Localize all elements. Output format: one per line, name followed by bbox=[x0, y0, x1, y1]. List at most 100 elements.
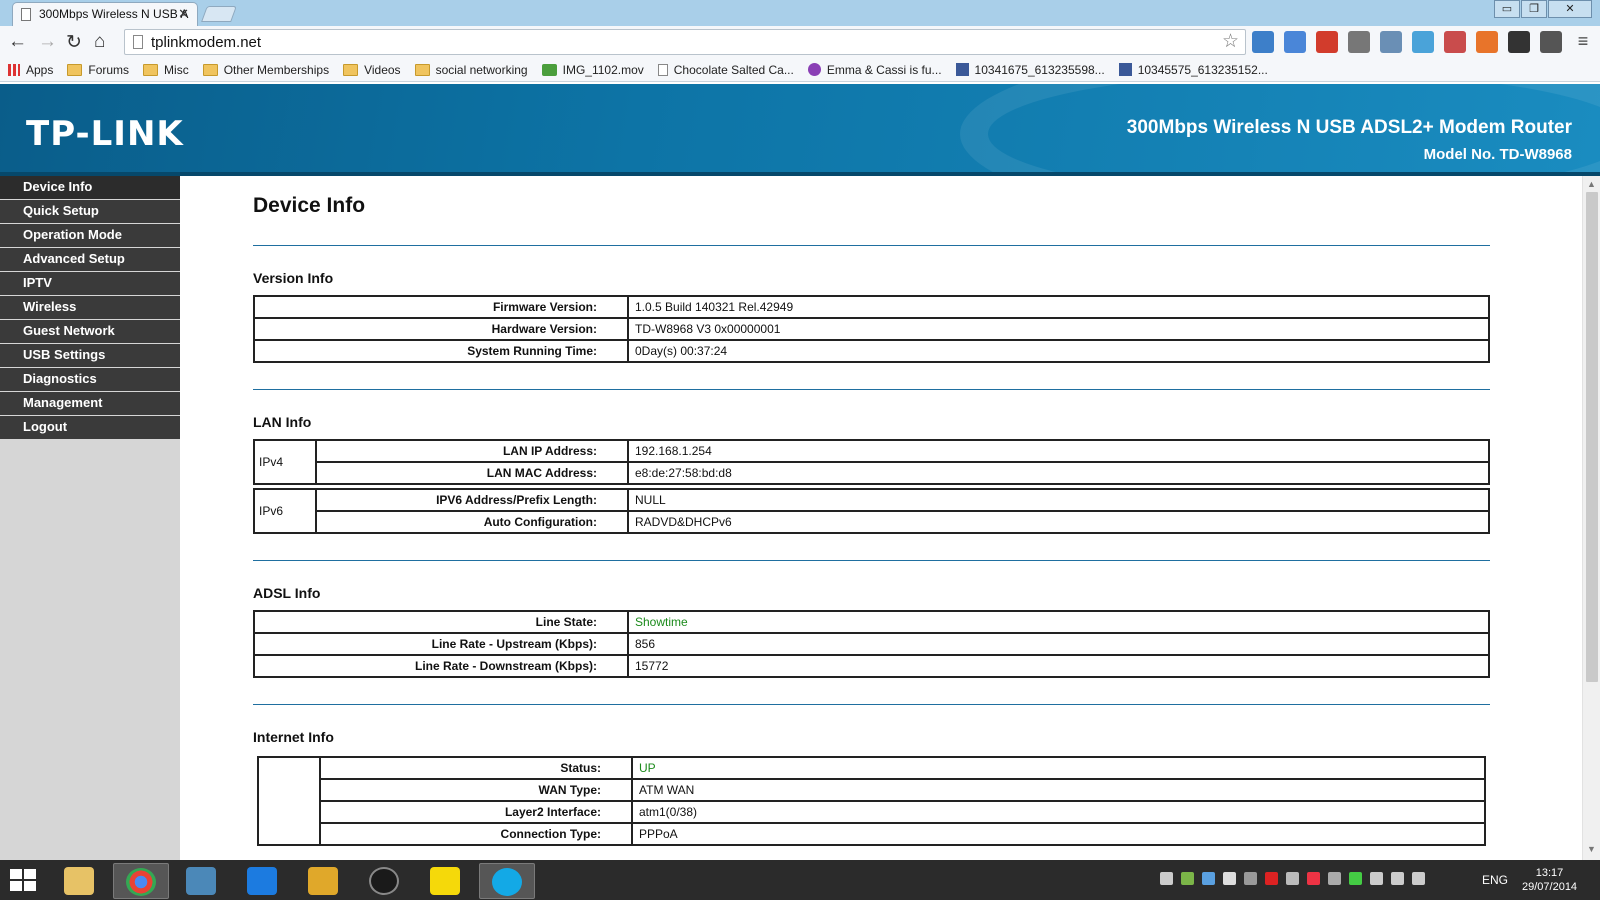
bookmark-facebook-2[interactable]: 10345575_613235152... bbox=[1118, 63, 1268, 77]
tab-close-icon[interactable]: ✕ bbox=[178, 6, 189, 22]
flag-icon[interactable] bbox=[1370, 872, 1383, 885]
product-name: 300Mbps Wireless N USB ADSL2+ Modem Rout… bbox=[1126, 117, 1572, 138]
scroll-up-icon[interactable]: ▲ bbox=[1587, 179, 1596, 189]
translate-icon[interactable] bbox=[1284, 31, 1306, 53]
apps-icon bbox=[8, 63, 20, 76]
menu-item-quick-setup[interactable]: Quick Setup bbox=[0, 200, 180, 223]
restore-button[interactable]: ❐ bbox=[1521, 0, 1547, 18]
line-state-value: Showtime bbox=[627, 610, 1490, 634]
extension-icon[interactable] bbox=[1540, 31, 1562, 53]
lan-mac-value: e8:de:27:58:bd:d8 bbox=[627, 461, 1490, 485]
menu-item-advanced-setup[interactable]: Advanced Setup bbox=[0, 248, 180, 271]
bookmark-other-memberships[interactable]: Other Memberships bbox=[202, 63, 329, 77]
bookmark-apps[interactable]: Apps bbox=[8, 63, 53, 77]
model-number: Model No. TD-W8968 bbox=[1423, 146, 1572, 163]
tray-icon[interactable] bbox=[1265, 872, 1278, 885]
tp-link-logo: TP-LINK bbox=[26, 114, 184, 154]
browser-tab[interactable]: 300Mbps Wireless N USB A ✕ bbox=[12, 2, 198, 26]
bookmark-misc[interactable]: Misc bbox=[143, 63, 189, 77]
scroll-down-icon[interactable]: ▼ bbox=[1587, 844, 1596, 854]
router-header: TP-LINK 300Mbps Wireless N USB ADSL2+ Mo… bbox=[0, 84, 1600, 176]
menu-icon[interactable]: ≡ bbox=[1572, 31, 1594, 53]
close-button[interactable]: ✕ bbox=[1548, 0, 1592, 18]
bookmark-facebook-1[interactable]: 10341675_613235598... bbox=[955, 63, 1105, 77]
tray-icon[interactable] bbox=[1286, 872, 1299, 885]
windows-start-icon[interactable] bbox=[10, 869, 38, 893]
bluetooth-icon[interactable] bbox=[1202, 872, 1215, 885]
extension-icon[interactable] bbox=[1444, 31, 1466, 53]
new-tab-button[interactable] bbox=[201, 6, 237, 22]
menu-item-usb-settings[interactable]: USB Settings bbox=[0, 344, 180, 367]
steam-icon[interactable] bbox=[1328, 872, 1341, 885]
bookmark-chocolate[interactable]: Chocolate Salted Ca... bbox=[657, 63, 794, 77]
page-title: Device Info bbox=[253, 194, 366, 217]
back-icon[interactable]: ← bbox=[8, 31, 27, 53]
ipv6-prefix-value: NULL bbox=[627, 488, 1490, 512]
bookmark-emma[interactable]: Emma & Cassi is fu... bbox=[807, 63, 942, 77]
obs-icon[interactable] bbox=[357, 863, 413, 899]
cast-icon[interactable] bbox=[1348, 31, 1370, 53]
page-scrollbar[interactable]: ▲ ▼ bbox=[1582, 176, 1600, 860]
bookmark-star-icon[interactable]: ☆ bbox=[1222, 30, 1239, 53]
extension-icon[interactable] bbox=[1380, 31, 1402, 53]
main-content: Device Info Version Info Firmware Versio… bbox=[180, 176, 1582, 860]
language-indicator[interactable]: ENG bbox=[1482, 873, 1508, 887]
clock[interactable]: 13:17 29/07/2014 bbox=[1522, 866, 1577, 894]
menu-item-device-info[interactable]: Device Info bbox=[0, 176, 180, 199]
clock-time: 13:17 bbox=[1535, 867, 1564, 879]
minimize-button[interactable]: ▭ bbox=[1494, 0, 1520, 18]
extension-icon[interactable] bbox=[1316, 31, 1338, 53]
upstream-rate-label: Line Rate - Upstream (Kbps): bbox=[253, 632, 629, 656]
menu-item-logout[interactable]: Logout bbox=[0, 416, 180, 439]
running-time-value: 0Day(s) 00:37:24 bbox=[627, 339, 1490, 363]
scroll-thumb[interactable] bbox=[1586, 192, 1598, 682]
table-row: IPv6 IPV6 Address/Prefix Length: NULL bbox=[253, 488, 1490, 534]
tray-icon[interactable] bbox=[1349, 872, 1362, 885]
bookmark-forums[interactable]: Forums bbox=[67, 63, 129, 77]
bookmark-social-networking[interactable]: social networking bbox=[414, 63, 528, 77]
table-row: Line State: Showtime bbox=[253, 610, 1490, 634]
menu-item-guest-network[interactable]: Guest Network bbox=[0, 320, 180, 343]
auto-config-value: RADVD&DHCPv6 bbox=[627, 510, 1490, 534]
menu-item-diagnostics[interactable]: Diagnostics bbox=[0, 368, 180, 391]
table-row: IPv4 LAN IP Address: 192.168.1.254 bbox=[253, 439, 1490, 485]
sticky-notes-icon[interactable] bbox=[418, 863, 474, 899]
tray-icon[interactable] bbox=[1307, 872, 1320, 885]
volume-icon[interactable] bbox=[1412, 872, 1425, 885]
network-icon[interactable] bbox=[1391, 872, 1404, 885]
extension-icon[interactable] bbox=[1252, 31, 1274, 53]
tray-icon[interactable] bbox=[1160, 872, 1173, 885]
skype-icon[interactable] bbox=[479, 863, 535, 899]
menu-item-operation-mode[interactable]: Operation Mode bbox=[0, 224, 180, 247]
adsl-info-title: ADSL Info bbox=[253, 585, 321, 601]
chrome-icon[interactable] bbox=[113, 863, 169, 899]
internet-info-table: Status: UP WAN Type: ATM WAN Layer2 Inte… bbox=[257, 756, 1486, 846]
forward-icon[interactable]: → bbox=[38, 31, 57, 53]
folder-icon bbox=[343, 63, 359, 76]
folder-icon bbox=[202, 63, 218, 76]
menu-item-iptv[interactable]: IPTV bbox=[0, 272, 180, 295]
cloud-icon[interactable] bbox=[1223, 872, 1236, 885]
sidebar-menu: Device Info Quick Setup Operation Mode A… bbox=[0, 176, 180, 860]
lan-ipv6-table: IPv6 IPV6 Address/Prefix Length: NULL Au… bbox=[253, 488, 1490, 534]
extension-icon[interactable] bbox=[1412, 31, 1434, 53]
table-row: Firmware Version: 1.0.5 Build 140321 Rel… bbox=[253, 295, 1490, 319]
app-store-a-icon[interactable] bbox=[235, 863, 291, 899]
menu-item-management[interactable]: Management bbox=[0, 392, 180, 415]
bookmark-videos[interactable]: Videos bbox=[343, 63, 401, 77]
media-player-icon[interactable] bbox=[174, 863, 230, 899]
bookmark-img[interactable]: IMG_1102.mov bbox=[541, 63, 644, 77]
home-icon[interactable]: ⌂ bbox=[94, 31, 105, 53]
address-bar[interactable]: tplinkmodem.net ☆ bbox=[124, 29, 1246, 55]
tray-icon[interactable] bbox=[1181, 872, 1194, 885]
extension-icon[interactable] bbox=[1508, 31, 1530, 53]
ipv6-group-label: IPv6 bbox=[253, 488, 317, 534]
extension-icon[interactable] bbox=[1476, 31, 1498, 53]
lan-mac-label: LAN MAC Address: bbox=[315, 461, 629, 485]
menu-item-wireless[interactable]: Wireless bbox=[0, 296, 180, 319]
reload-icon[interactable]: ↻ bbox=[66, 31, 82, 54]
file-explorer-icon[interactable] bbox=[52, 863, 108, 899]
tray-icon[interactable] bbox=[1244, 872, 1257, 885]
ipv6-prefix-label: IPV6 Address/Prefix Length: bbox=[315, 488, 629, 512]
game-icon[interactable] bbox=[296, 863, 352, 899]
